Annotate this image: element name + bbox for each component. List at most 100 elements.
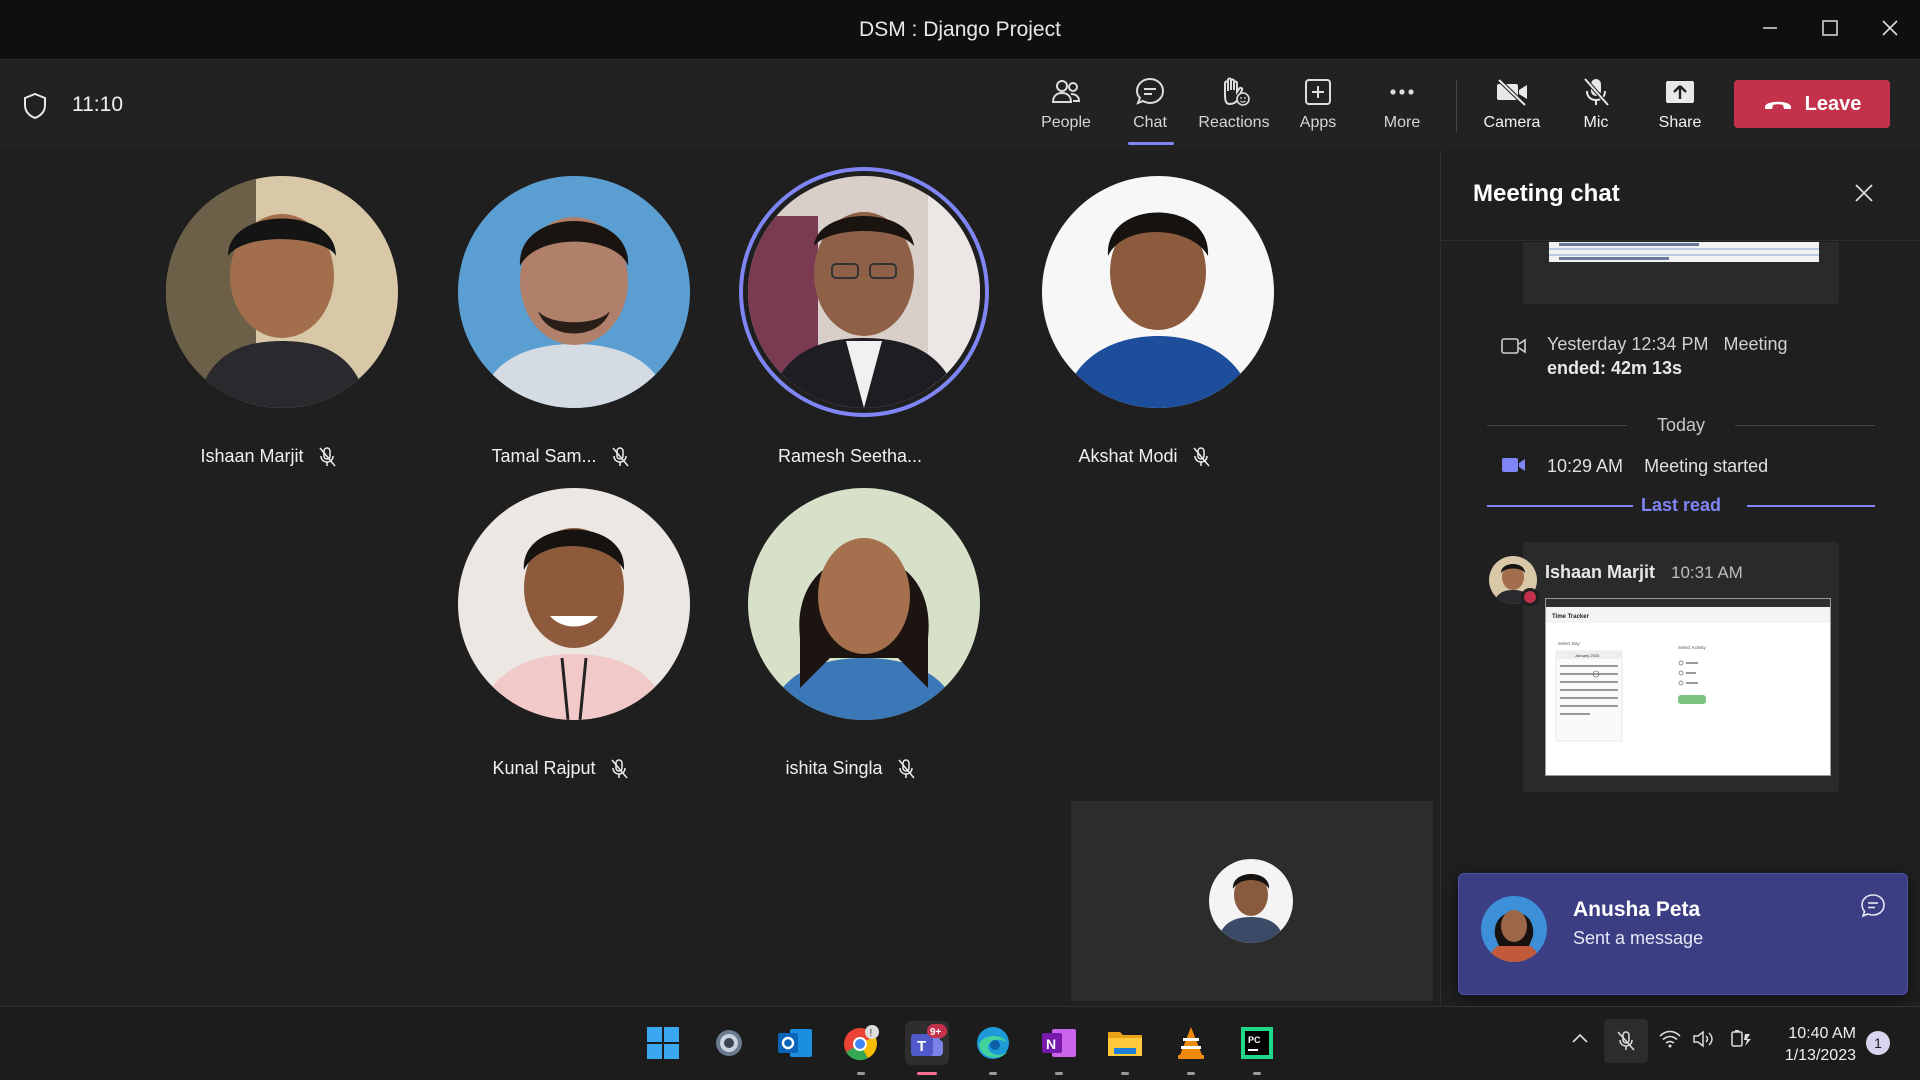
active-tab-indicator <box>1128 142 1174 145</box>
message-time: 10:31 AM <box>1671 563 1743 582</box>
avatar <box>748 488 980 720</box>
add-app-icon <box>1305 79 1331 105</box>
tab-chat[interactable]: Chat <box>1108 72 1192 142</box>
share-button[interactable]: Share <box>1638 72 1722 142</box>
muted-mic-icon <box>610 758 628 778</box>
mic-button[interactable]: Mic <box>1554 72 1638 142</box>
participant-name-row: Akshat Modi <box>994 446 1294 467</box>
meeting-timer: 11:10 <box>72 93 123 116</box>
camera-label: Camera <box>1483 114 1541 131</box>
maximize-icon <box>1822 20 1838 36</box>
participant-tile-ishita[interactable]: ishita Singla <box>714 488 1014 778</box>
tray-mic-muted[interactable] <box>1604 1019 1648 1063</box>
mic-off-icon <box>1583 77 1610 107</box>
taskbar-chrome[interactable]: ! <box>839 1021 883 1075</box>
reactions-button[interactable]: Reactions <box>1192 72 1276 142</box>
start-button[interactable] <box>641 1021 685 1065</box>
attachment-title: Time Tracker <box>1552 614 1590 620</box>
camera-off-icon <box>1497 78 1527 107</box>
title-bar: DSM : Django Project <box>0 0 1920 60</box>
chat-icon <box>1135 77 1165 105</box>
settings-gear-icon <box>716 1030 742 1056</box>
running-indicator <box>917 1072 937 1075</box>
muted-mic-icon <box>611 446 629 466</box>
maximize-button[interactable] <box>1812 12 1848 44</box>
message-author: Ishaan Marjit <box>1545 562 1656 582</box>
folder-icon <box>1108 1032 1142 1056</box>
message-image-attachment[interactable]: Time Tracker Select Day January 2023 Sel… <box>1545 598 1831 776</box>
muted-mic-icon <box>318 446 336 466</box>
participant-name-row: ishita Singla <box>700 758 1000 779</box>
chevron-up-icon[interactable] <box>1570 1029 1590 1049</box>
status-badge <box>1521 588 1539 606</box>
participant-name: Akshat Modi <box>1078 446 1178 466</box>
running-indicator <box>1253 1072 1261 1075</box>
windows-taskbar: ! T 9+ N PC 10:40 AM 1/13/2023 1 <box>0 1006 1920 1080</box>
participant-name: Kunal Rajput <box>492 758 596 778</box>
taskbar-vlc[interactable] <box>1169 1021 1213 1075</box>
participant-name-row: Ishaan Marjit <box>118 446 418 467</box>
taskbar-edge[interactable] <box>971 1021 1015 1075</box>
taskbar-teams[interactable]: T 9+ <box>905 1021 949 1075</box>
clock-time: 10:40 AM <box>1788 1025 1856 1042</box>
clock-date: 1/13/2023 <box>1784 1047 1856 1064</box>
attachment-left-label: Select Day <box>1558 641 1581 646</box>
system-clock[interactable]: 10:40 AM 1/13/2023 <box>1760 1023 1856 1067</box>
date-separator: Today <box>1656 415 1706 435</box>
self-view-tile[interactable] <box>1071 801 1433 1001</box>
wifi-icon[interactable] <box>1658 1029 1682 1049</box>
toast-message-text: Sent a message <box>1573 928 1704 948</box>
teams-icon: T 9+ <box>911 1024 947 1056</box>
participant-tile-kunal[interactable]: Kunal Rajput <box>424 488 724 778</box>
window-title: DSM : Django Project <box>859 18 1061 41</box>
close-window-button[interactable] <box>1872 12 1908 44</box>
people-icon <box>1051 80 1081 103</box>
svg-text:T: T <box>917 1038 926 1055</box>
avatar <box>458 488 690 720</box>
taskbar-file-explorer[interactable] <box>1103 1021 1147 1075</box>
camera-button[interactable]: Camera <box>1470 72 1554 142</box>
message-notification-toast[interactable]: Anusha Peta Sent a message <box>1458 873 1908 995</box>
participant-tile-tamal[interactable]: Tamal Sam... <box>424 176 724 466</box>
ended-duration: ended: 42m 13s <box>1547 358 1683 378</box>
people-label: People <box>1041 114 1091 131</box>
started-label: Meeting started <box>1644 456 1769 476</box>
chrome-icon: ! <box>844 1025 879 1061</box>
notification-center-badge[interactable]: 1 <box>1866 1031 1890 1055</box>
participant-name: Ramesh Seetha... <box>777 446 923 466</box>
last-read-marker: Last read <box>1640 495 1722 515</box>
ended-time: Yesterday 12:34 PM <box>1547 334 1709 354</box>
volume-icon[interactable] <box>1692 1029 1716 1049</box>
attachment-month: January 2023 <box>1575 653 1600 658</box>
attachment-thumbnail[interactable] <box>1549 242 1819 262</box>
previous-message-card[interactable] <box>1523 242 1839 304</box>
participant-tile-ishaan[interactable]: Ishaan Marjit <box>132 176 432 466</box>
hang-up-icon <box>1764 101 1791 109</box>
minimize-button[interactable] <box>1752 12 1788 44</box>
self-avatar <box>1209 859 1293 943</box>
windows-start-icon <box>647 1027 679 1059</box>
svg-text:PC: PC <box>1248 1035 1261 1045</box>
apps-button[interactable]: Apps <box>1276 72 1360 142</box>
leave-button[interactable]: Leave <box>1734 80 1890 128</box>
participant-tile-akshat[interactable]: Akshat Modi <box>1008 176 1308 466</box>
pycharm-icon: PC <box>1241 1027 1273 1059</box>
video-stage: Ishaan Marjit Tamal Sam... Ramesh Seetha… <box>0 150 1440 1006</box>
taskbar-outlook[interactable] <box>773 1021 817 1065</box>
battery-charging-icon[interactable] <box>1730 1029 1754 1049</box>
taskbar-settings[interactable] <box>707 1021 751 1065</box>
more-button[interactable]: More <box>1360 72 1444 142</box>
muted-mic-icon <box>1192 446 1210 466</box>
chat-bubble-icon[interactable] <box>1859 892 1887 920</box>
divider <box>1441 240 1920 241</box>
taskbar-onenote[interactable]: N <box>1037 1021 1081 1075</box>
taskbar-pycharm[interactable]: PC <box>1235 1021 1279 1075</box>
svg-text:!: ! <box>870 1028 873 1039</box>
participant-tile-ramesh[interactable]: Ramesh Seetha... <box>714 176 1014 466</box>
apps-label: Apps <box>1299 114 1337 131</box>
ended-label: Meeting <box>1723 334 1788 354</box>
running-indicator <box>1121 1072 1129 1075</box>
close-chat-icon[interactable] <box>1853 182 1875 204</box>
minimize-icon <box>1763 27 1777 29</box>
people-button[interactable]: People <box>1024 72 1108 142</box>
